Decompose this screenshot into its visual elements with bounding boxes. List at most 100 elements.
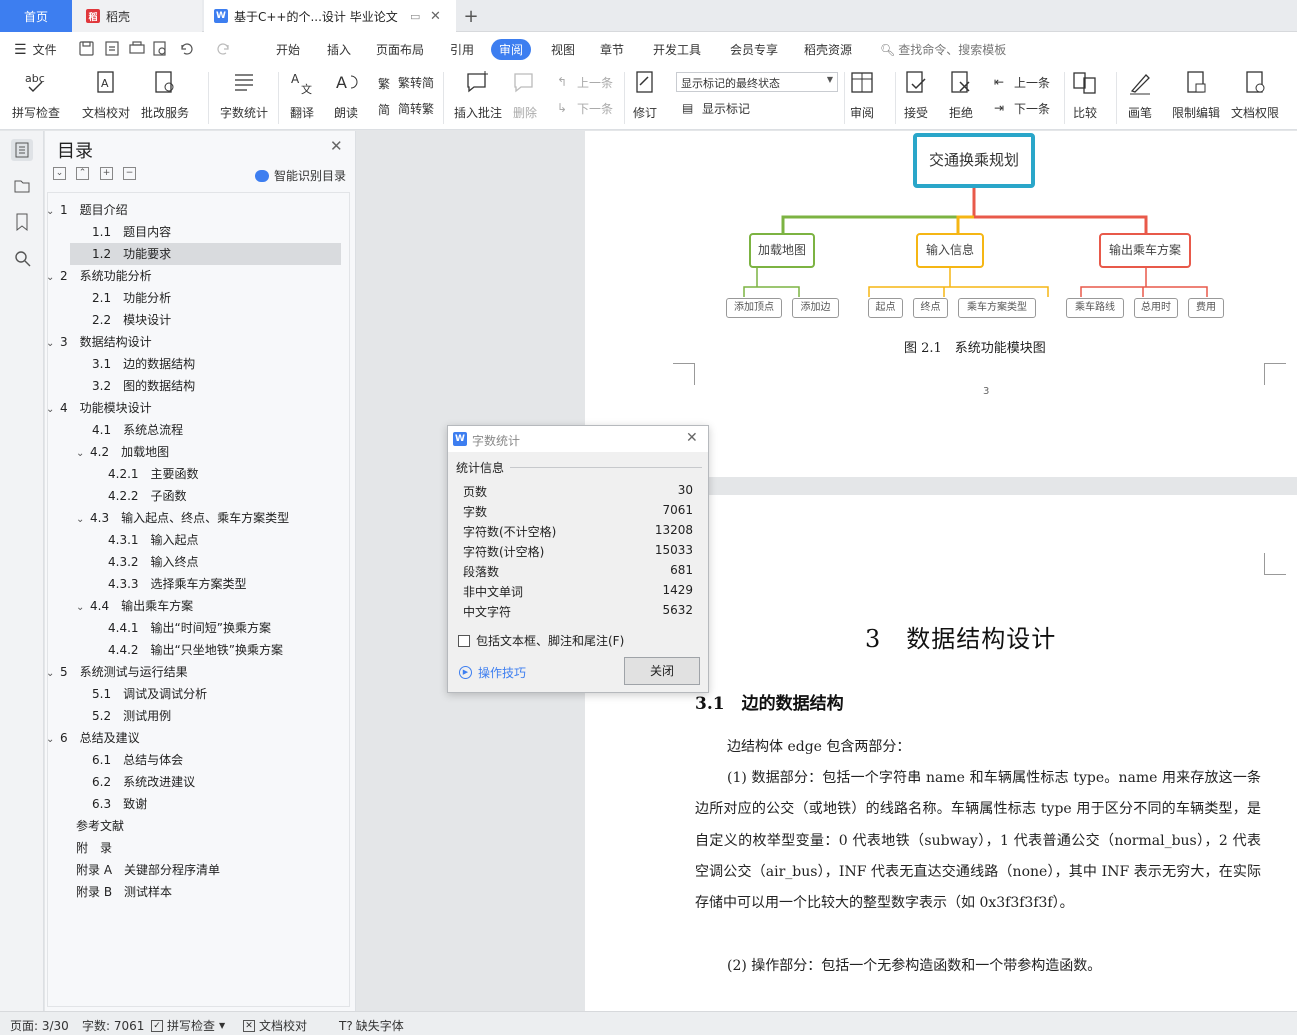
- revise-button[interactable]: 修订: [632, 70, 658, 121]
- toc-item[interactable]: 6.1 总结与体会: [92, 749, 183, 771]
- toc-item[interactable]: ⌄ 2 系统功能分析: [46, 265, 152, 287]
- toc-item[interactable]: ⌄ 1 题目介绍: [46, 199, 128, 221]
- show-markup-button[interactable]: ▤ 显示标记: [682, 100, 750, 117]
- toc-item[interactable]: ⌄ 3 数据结构设计: [46, 331, 152, 353]
- toc-item[interactable]: 5.1 调试及调试分析: [92, 683, 207, 705]
- trad-to-simp-button[interactable]: 繁 繁转简: [378, 74, 434, 91]
- toc-item[interactable]: 4.2.2 子函数: [108, 485, 187, 507]
- insert-comment-button[interactable]: 插入批注: [454, 70, 502, 121]
- word-count-indicator[interactable]: 字数: 7061: [82, 1017, 144, 1034]
- toc-item[interactable]: 3.2 图的数据结构: [92, 375, 195, 397]
- reject-button[interactable]: 拒绝: [948, 70, 974, 121]
- toc-item[interactable]: 2.2 模块设计: [92, 309, 171, 331]
- chevron-down-icon[interactable]: ⌄: [46, 729, 60, 751]
- toc-item[interactable]: 4.3.3 选择乘车方案类型: [108, 573, 247, 595]
- annot-service-button[interactable]: 批改服务: [141, 70, 189, 121]
- toc-item[interactable]: ⌄ 4 功能模块设计: [46, 397, 152, 419]
- command-search[interactable]: 🔍︎ 查找命令、搜索模板: [880, 41, 1006, 58]
- status-proof[interactable]: ✕ 文档校对: [243, 1017, 307, 1034]
- pen-button[interactable]: 画笔: [1127, 70, 1153, 121]
- read-aloud-button[interactable]: A 朗读: [333, 70, 359, 121]
- chevron-down-icon[interactable]: ⌄: [46, 399, 60, 421]
- toc-nav-icon[interactable]: [11, 139, 33, 161]
- new-tab-button[interactable]: +: [456, 0, 486, 32]
- chevron-down-icon[interactable]: ⌄: [46, 267, 60, 289]
- toc-item[interactable]: 6.2 系统改进建议: [92, 771, 195, 793]
- review-pane-button[interactable]: 审阅: [849, 70, 875, 121]
- smart-toc-button[interactable]: 智能识别目录: [255, 167, 346, 184]
- toc-item[interactable]: 4.1 系统总流程: [92, 419, 183, 441]
- toc-item[interactable]: ⌄ 5 系统测试与运行结果: [46, 661, 188, 683]
- restrict-edit-button[interactable]: 限制编辑: [1172, 70, 1220, 121]
- tab-close-icon[interactable]: ✕: [430, 9, 441, 24]
- find-icon[interactable]: [11, 247, 33, 269]
- close-icon[interactable]: ✕: [330, 137, 343, 155]
- collapse-all-icon[interactable]: ⌄: [53, 167, 66, 180]
- prev-change-button[interactable]: ⇤ 上一条: [994, 74, 1050, 91]
- doc-proof-button[interactable]: A 文档校对: [82, 70, 130, 121]
- doc-permission-button[interactable]: 文档权限: [1231, 70, 1279, 121]
- tab-home[interactable]: 首页: [0, 0, 72, 32]
- toc-item[interactable]: 附录 B 测试样本: [76, 881, 172, 903]
- close-button[interactable]: 关闭: [624, 657, 700, 685]
- compare-button[interactable]: 比较: [1072, 70, 1098, 121]
- toc-item[interactable]: 1.2 功能要求: [70, 243, 341, 265]
- menu-daoke-resources[interactable]: 稻壳资源: [804, 41, 852, 58]
- toc-item[interactable]: ⌄ 4.2 加载地图: [76, 441, 169, 463]
- chevron-down-icon[interactable]: ⌄: [46, 663, 60, 685]
- toc-item[interactable]: 4.3.1 输入起点: [108, 529, 199, 551]
- menu-reference[interactable]: 引用: [450, 41, 474, 58]
- menu-chapter[interactable]: 章节: [600, 41, 624, 58]
- chapter-nav-icon[interactable]: [11, 175, 33, 197]
- menu-review[interactable]: 审阅: [491, 39, 532, 60]
- toc-item[interactable]: 4.4.1 输出“时间短”换乘方案: [108, 617, 271, 639]
- tab-document[interactable]: W 基于C++的个...设计 毕业论文 ▭ ✕: [204, 0, 456, 32]
- toc-item[interactable]: ⌄ 4.4 输出乘车方案: [76, 595, 193, 617]
- toc-item[interactable]: 附录 A 关键部分程序清单: [76, 859, 220, 881]
- expand-up-icon[interactable]: ⌃: [76, 167, 89, 180]
- menu-page-layout[interactable]: 页面布局: [376, 41, 424, 58]
- next-comment-button[interactable]: ↳ 下一条: [557, 100, 613, 117]
- toc-item[interactable]: 4.2.1 主要函数: [108, 463, 199, 485]
- toc-item[interactable]: 3.1 边的数据结构: [92, 353, 195, 375]
- simp-to-trad-button[interactable]: 简 简转繁: [378, 100, 434, 117]
- status-spellcheck[interactable]: ✓ 拼写检查 ▼: [151, 1017, 225, 1034]
- chevron-down-icon[interactable]: ⌄: [76, 597, 90, 619]
- toc-item[interactable]: 4.4.2 输出“只坐地铁”换乘方案: [108, 639, 283, 661]
- toc-item[interactable]: 参考文献: [76, 815, 124, 837]
- toc-item[interactable]: 1.1 题目内容: [92, 221, 171, 243]
- chevron-down-icon[interactable]: ⌄: [76, 443, 90, 465]
- toc-item[interactable]: 4.3.2 输入终点: [108, 551, 199, 573]
- chevron-down-icon[interactable]: ⌄: [76, 509, 90, 531]
- tab-daoke[interactable]: 稻 稻壳: [72, 0, 202, 32]
- translate-button[interactable]: A文 翻译: [289, 70, 315, 121]
- accept-button[interactable]: 接受: [903, 70, 929, 121]
- chevron-down-icon[interactable]: ⌄: [46, 333, 60, 355]
- status-missing-font[interactable]: T? 缺失字体: [339, 1017, 404, 1034]
- toc-item[interactable]: ⌄ 4.3 输入起点、终点、乘车方案类型: [76, 507, 289, 529]
- word-count-button[interactable]: 字数统计: [220, 70, 268, 121]
- add-heading-icon[interactable]: +: [100, 167, 113, 180]
- menu-member[interactable]: 会员专享: [730, 41, 778, 58]
- remove-heading-icon[interactable]: −: [123, 167, 136, 180]
- menu-view[interactable]: 视图: [551, 41, 575, 58]
- file-menu[interactable]: ☰ 文件: [14, 41, 57, 58]
- prev-comment-button[interactable]: ↰ 上一条: [557, 74, 613, 91]
- chevron-down-icon[interactable]: ⌄: [46, 201, 60, 223]
- include-textbox-checkbox[interactable]: 包括文本框、脚注和尾注(F): [458, 632, 624, 649]
- toc-item[interactable]: 附 录: [76, 837, 112, 859]
- toc-item[interactable]: ⌄ 6 总结及建议: [46, 727, 140, 749]
- markup-state-select[interactable]: 显示标记的最终状态 ▼: [676, 72, 838, 92]
- toc-item[interactable]: 5.2 测试用例: [92, 705, 171, 727]
- dialog-titlebar[interactable]: W 字数统计 ✕: [448, 426, 708, 452]
- bookmark-icon[interactable]: [11, 211, 33, 233]
- toc-item[interactable]: 6.3 致谢: [92, 793, 147, 815]
- menu-insert[interactable]: 插入: [327, 41, 351, 58]
- toc-item[interactable]: 2.1 功能分析: [92, 287, 171, 309]
- menu-dev-tools[interactable]: 开发工具: [653, 41, 701, 58]
- delete-comment-button[interactable]: 删除: [512, 70, 538, 121]
- next-change-button[interactable]: ⇥ 下一条: [994, 100, 1050, 117]
- menu-start[interactable]: 开始: [276, 41, 300, 58]
- pin-icon[interactable]: ▭: [410, 10, 420, 23]
- dialog-close-icon[interactable]: ✕: [686, 430, 698, 446]
